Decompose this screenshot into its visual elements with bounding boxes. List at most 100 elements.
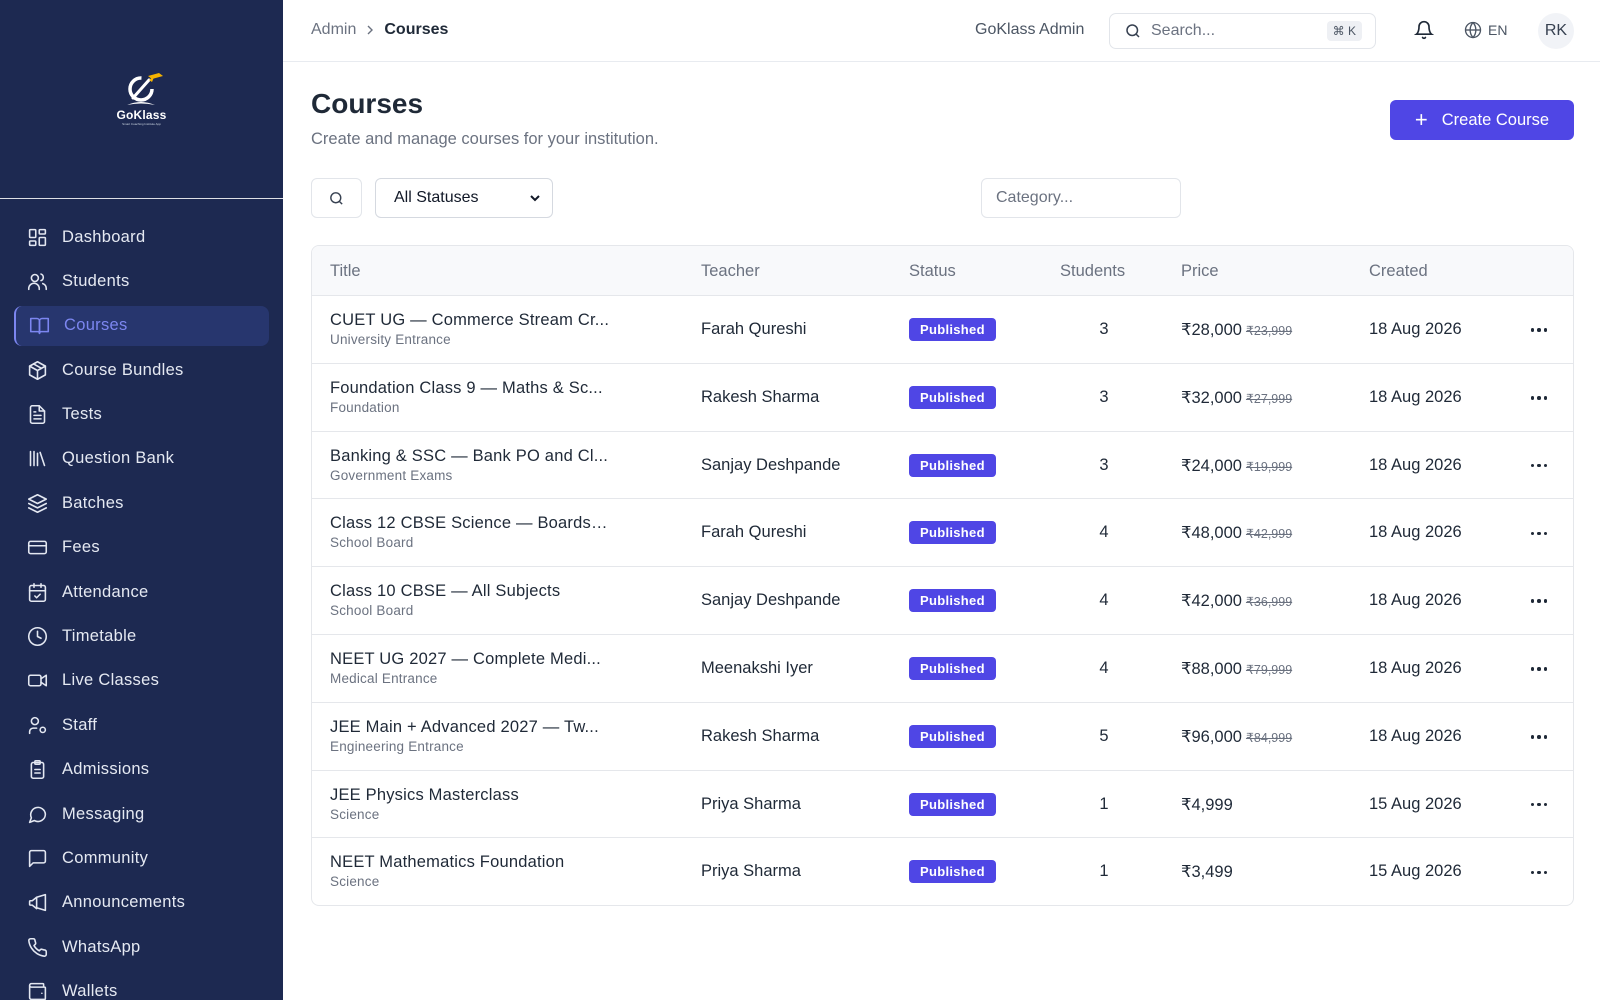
course-category: Medical Entrance xyxy=(330,670,438,686)
sidebar-item-batches[interactable]: Batches xyxy=(14,483,269,523)
sidebar-item-attendance[interactable]: Attendance xyxy=(14,572,269,612)
breadcrumb-root[interactable]: Admin xyxy=(311,21,356,39)
column-header-status[interactable]: Status xyxy=(909,262,956,281)
sidebar-item-live-classes[interactable]: Live Classes xyxy=(14,661,269,701)
sidebar-item-staff[interactable]: Staff xyxy=(14,705,269,745)
table-row[interactable]: Class 12 CBSE Science — Boards ... School… xyxy=(312,499,1573,568)
course-title[interactable]: NEET UG 2027 — Complete Medi... xyxy=(330,650,610,669)
status-filter-select[interactable]: All Statuses xyxy=(375,178,553,218)
table-row[interactable]: Class 10 CBSE — All Subjects School Board… xyxy=(312,567,1573,635)
library-icon xyxy=(26,448,48,470)
more-actions-icon[interactable] xyxy=(1527,860,1551,884)
goklass-logo[interactable]: GoKlass Smart Coaching Institute App xyxy=(110,67,174,131)
sidebar-item-announcements[interactable]: Announcements xyxy=(14,883,269,923)
more-actions-icon[interactable] xyxy=(1527,657,1551,681)
original-price: ₹19,999 xyxy=(1245,459,1293,474)
file-text-icon xyxy=(26,404,48,426)
more-actions-icon[interactable] xyxy=(1527,386,1551,410)
table-row[interactable]: JEE Physics Masterclass Science Priya Shar… xyxy=(312,771,1573,839)
status-cell: Published xyxy=(909,792,996,816)
column-header-students[interactable]: Students xyxy=(1060,262,1125,281)
more-actions-icon[interactable] xyxy=(1527,589,1551,613)
sidebar-nav: Dashboard Students Courses Course Bundles Te… xyxy=(0,199,283,1000)
search-shortcut: ⌘ K xyxy=(1326,21,1362,41)
teacher-name: Sanjay Deshpande xyxy=(701,591,841,610)
more-actions-icon[interactable] xyxy=(1527,793,1551,817)
status-badge: Published xyxy=(909,860,996,884)
status-cell: Published xyxy=(909,521,996,545)
sidebar-item-dashboard[interactable]: Dashboard xyxy=(14,217,269,257)
sidebar-item-messaging[interactable]: Messaging xyxy=(14,794,269,834)
sidebar-item-admissions[interactable]: Admissions xyxy=(14,750,269,790)
clipboard-icon xyxy=(26,759,48,781)
category-filter-input[interactable]: Category... xyxy=(981,178,1181,218)
table-body: CUET UG — Commerce Stream Cr... Universit… xyxy=(312,296,1573,905)
table-row[interactable]: Banking & SSC — Bank PO and Cl... Governm… xyxy=(312,432,1573,500)
students-count: 3 xyxy=(1099,455,1109,474)
clock-icon xyxy=(26,626,48,648)
create-course-button[interactable]: + Create Course xyxy=(1390,100,1574,140)
more-actions-icon[interactable] xyxy=(1527,725,1551,749)
language-switcher[interactable]: EN xyxy=(1464,21,1507,39)
course-title[interactable]: Foundation Class 9 — Maths & Sc... xyxy=(330,379,610,398)
dashboard-icon xyxy=(26,226,48,248)
table-row[interactable]: CUET UG — Commerce Stream Cr... Universit… xyxy=(312,296,1573,364)
created-date: 18 Aug 2026 xyxy=(1369,387,1462,406)
price-cell: ₹48,000 ₹42,999 xyxy=(1181,523,1292,543)
students-count: 1 xyxy=(1099,862,1109,881)
sidebar-item-community[interactable]: Community xyxy=(14,838,269,878)
sidebar-item-students[interactable]: Students xyxy=(14,261,269,301)
sidebar-item-label: Courses xyxy=(64,316,128,335)
table-row[interactable]: NEET Mathematics Foundation Science Priya … xyxy=(312,838,1573,905)
users-icon xyxy=(26,270,48,292)
column-header-price[interactable]: Price xyxy=(1181,262,1219,281)
table-search-button[interactable] xyxy=(311,178,362,218)
global-search-input[interactable]: Search... ⌘ K xyxy=(1109,13,1376,49)
video-icon xyxy=(26,670,48,692)
table-row[interactable]: NEET UG 2027 — Complete Medi... Medical E… xyxy=(312,635,1573,703)
sidebar-item-label: Fees xyxy=(62,538,100,557)
sidebar-item-whatsapp[interactable]: WhatsApp xyxy=(14,927,269,967)
column-header-created[interactable]: Created xyxy=(1369,262,1428,281)
price: ₹96,000 xyxy=(1181,727,1242,746)
sidebar-item-question-bank[interactable]: Question Bank xyxy=(14,439,269,479)
courses-table: Title Teacher Status Students Price Created C… xyxy=(311,245,1574,906)
sidebar-item-course-bundles[interactable]: Course Bundles xyxy=(14,350,269,390)
course-title[interactable]: Banking & SSC — Bank PO and Cl... xyxy=(330,447,610,466)
sidebar-item-tests[interactable]: Tests xyxy=(14,395,269,435)
more-actions-icon[interactable] xyxy=(1527,318,1551,342)
course-title[interactable]: JEE Main + Advanced 2027 — Tw... xyxy=(330,718,610,737)
created-date: 18 Aug 2026 xyxy=(1369,726,1462,745)
status-cell: Published xyxy=(909,724,996,748)
sidebar-item-courses[interactable]: Courses xyxy=(14,305,269,346)
bell-icon[interactable] xyxy=(1413,20,1436,42)
plus-icon: + xyxy=(1414,107,1428,132)
table-row[interactable]: JEE Main + Advanced 2027 — Tw... Engineer… xyxy=(312,703,1573,771)
search-placeholder: Search... xyxy=(1151,22,1216,39)
calendar-check-icon xyxy=(26,581,48,603)
sidebar-item-fees[interactable]: Fees xyxy=(14,528,269,568)
sidebar-item-label: Staff xyxy=(62,715,98,734)
course-title[interactable]: NEET Mathematics Foundation xyxy=(330,853,610,872)
column-header-teacher[interactable]: Teacher xyxy=(701,262,760,281)
sidebar-item-label: Tests xyxy=(62,405,103,424)
more-actions-icon[interactable] xyxy=(1527,454,1551,478)
sidebar-item-timetable[interactable]: Timetable xyxy=(14,617,269,657)
original-price: ₹79,999 xyxy=(1245,662,1293,677)
created-date: 15 Aug 2026 xyxy=(1369,862,1462,881)
table-row[interactable]: Foundation Class 9 — Maths & Sc... Founda… xyxy=(312,364,1573,432)
course-title[interactable]: JEE Physics Masterclass xyxy=(330,786,610,805)
more-actions-icon[interactable] xyxy=(1527,521,1551,545)
course-title[interactable]: Class 10 CBSE — All Subjects xyxy=(330,582,610,601)
phone-icon xyxy=(26,936,48,958)
sidebar-item-wallets[interactable]: Wallets xyxy=(14,972,269,1000)
page-title: Courses xyxy=(311,88,424,119)
course-title[interactable]: Class 12 CBSE Science — Boards ... xyxy=(330,514,610,533)
status-filter-value: All Statuses xyxy=(394,189,479,206)
page-subtitle: Create and manage courses for your insti… xyxy=(311,130,659,148)
teacher-name: Meenakshi Iyer xyxy=(701,658,813,677)
course-title[interactable]: CUET UG — Commerce Stream Cr... xyxy=(330,311,610,330)
sidebar-item-label: Announcements xyxy=(62,893,186,912)
column-header-title[interactable]: Title xyxy=(330,262,361,281)
avatar[interactable]: RK xyxy=(1538,13,1574,49)
